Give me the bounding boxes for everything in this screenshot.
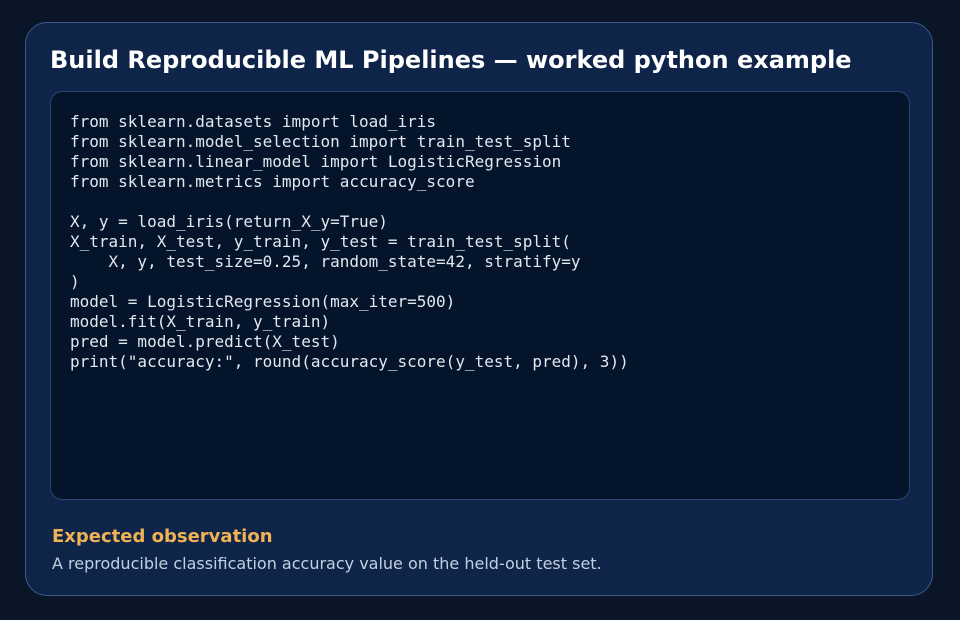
observation-text: A reproducible classification accuracy v…: [52, 554, 602, 573]
code-block[interactable]: from sklearn.datasets import load_iris f…: [70, 112, 629, 372]
code-panel: from sklearn.datasets import load_iris f…: [50, 91, 910, 500]
page-title: Build Reproducible ML Pipelines — worked…: [50, 46, 852, 74]
example-card: Build Reproducible ML Pipelines — worked…: [25, 22, 933, 596]
observation-heading: Expected observation: [52, 526, 273, 547]
